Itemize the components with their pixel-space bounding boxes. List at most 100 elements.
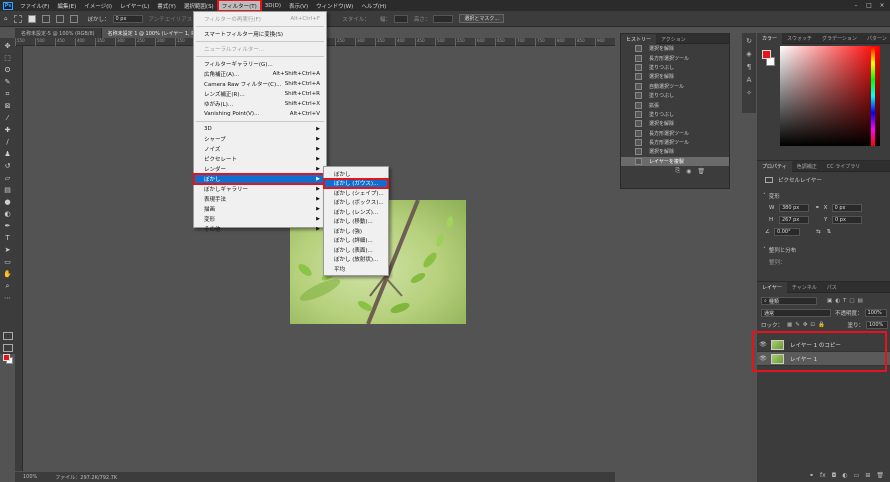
history-row[interactable]: 選択を解除 [621, 147, 729, 156]
transform-section[interactable]: ˅ 変形 [763, 192, 890, 200]
intersect-selection-icon[interactable] [69, 14, 78, 23]
filter-menu-item[interactable]: フィルターギャラリー(G)... [194, 59, 326, 69]
select-and-mask-button[interactable]: 選択とマスク... [459, 14, 505, 23]
history-row[interactable]: レイヤーを複製 [621, 156, 729, 167]
pen-tool-icon[interactable]: ✒ [2, 221, 13, 232]
history-row[interactable]: 選択を解除 [621, 44, 729, 53]
menu-filter[interactable]: フィルター(T) [216, 0, 262, 12]
filter-menu-item[interactable]: 表現手法 ▶ [194, 194, 326, 204]
layer-filter-select[interactable]: ⌕ 種類 [761, 297, 817, 305]
blur-submenu-item[interactable]: 平均 [324, 264, 388, 274]
new-selection-icon[interactable] [27, 14, 36, 23]
filter-menu-item[interactable]: ニューラルフィルター... [194, 44, 326, 54]
tab-patterns[interactable]: パターン [862, 33, 890, 44]
blur-submenu-item[interactable]: ぼかし (レンズ)... [324, 207, 388, 217]
maximize-icon[interactable]: □ [863, 0, 875, 11]
menu-edit[interactable]: 編集(E) [53, 0, 80, 11]
menu-3d[interactable]: 3D(D) [261, 0, 285, 11]
trash-icon[interactable]: 🗑 [876, 472, 884, 479]
new-document-icon[interactable]: ⎘ [675, 167, 680, 175]
blur-tool-icon[interactable]: ● [2, 197, 13, 208]
tab-cc-libraries[interactable]: CC ライブラリ [822, 161, 866, 172]
blur-submenu-item[interactable]: ぼかし (ガウス)... [323, 177, 389, 189]
layer-filter-icons[interactable]: ▣◐T▢▤ [827, 298, 866, 304]
foreground-color-swatch[interactable] [3, 354, 10, 361]
hand-tool-icon[interactable]: ✋ [2, 269, 13, 280]
trash-icon[interactable]: 🗑 [697, 168, 705, 175]
filter-menu-item[interactable]: その他 ▶ [194, 224, 326, 234]
blur-submenu-item[interactable]: ぼかし (強) [324, 226, 388, 236]
history-row[interactable]: 長方形選択ツール [621, 129, 729, 138]
character-dock-icon[interactable]: A [747, 76, 752, 84]
minimize-icon[interactable]: – [850, 0, 862, 11]
feather-input[interactable]: 0 px [112, 14, 143, 23]
width-input[interactable] [393, 14, 408, 23]
eraser-tool-icon[interactable]: ▱ [2, 173, 13, 184]
history-row[interactable]: 選択を解除 [621, 119, 729, 128]
menu-window[interactable]: ウィンドウ(W) [312, 0, 357, 11]
align-section[interactable]: ˅ 整列と分布 [763, 246, 890, 254]
zoom-tool-icon[interactable]: ⌕ [2, 281, 13, 292]
tab-color[interactable]: カラー [757, 33, 783, 44]
healing-brush-tool-icon[interactable]: ✚ [2, 125, 13, 136]
blur-submenu-item[interactable]: ぼかし (シェイプ)... [324, 188, 388, 198]
lock-icons[interactable]: ▦✎✥⊡🔒 [787, 322, 828, 328]
tab-adjustments[interactable]: 色調補正 [792, 161, 822, 172]
more-tools-icon[interactable]: ⋯ [2, 293, 13, 304]
quick-select-tool-icon[interactable]: ✎ [2, 77, 13, 88]
screen-mode-icon[interactable] [3, 344, 13, 352]
blur-submenu-item[interactable]: ぼかし (移動)... [324, 217, 388, 227]
filter-menu-item[interactable]: ぼかしギャラリー ▶ [194, 184, 326, 194]
link-icon[interactable]: ⚭ [815, 205, 820, 211]
photoshop-logo-icon[interactable]: Ps [3, 1, 13, 10]
filter-menu-item[interactable]: 3D ▶ [194, 124, 326, 134]
fx-icon[interactable]: fx [820, 472, 826, 479]
tab-layers[interactable]: レイヤー [757, 282, 787, 293]
eyedropper-tool-icon[interactable]: ⁄ [2, 113, 13, 124]
opacity-input[interactable]: 100% [864, 309, 887, 317]
paragraph-dock-icon[interactable]: ¶ [747, 63, 751, 71]
menu-type[interactable]: 書式(Y) [153, 0, 180, 11]
filter-menu-item[interactable]: Camera Raw フィルター(C)... Shift+Ctrl+A [194, 79, 326, 89]
type-tool-icon[interactable]: T [2, 233, 13, 244]
history-brush-tool-icon[interactable]: ↺ [2, 161, 13, 172]
brush-tool-icon[interactable]: ∕ [2, 137, 13, 148]
hue-slider[interactable] [871, 46, 875, 146]
adjustment-layer-icon[interactable]: ◐ [842, 472, 847, 479]
tab-gradients[interactable]: グラデーション [817, 33, 862, 44]
history-row[interactable]: 選択を解除 [621, 72, 729, 81]
filter-menu-item[interactable]: スマートフィルター用に変換(S) [194, 29, 326, 39]
doc-tab-1[interactable]: 名称未設定-5 @ 100% (RGB/8) [15, 28, 102, 38]
history-row[interactable]: 塗りつぶし [621, 63, 729, 72]
add-mask-icon[interactable]: ◘ [832, 472, 837, 479]
tab-paths[interactable]: パス [822, 282, 842, 293]
gradient-tool-icon[interactable]: ▤ [2, 185, 13, 196]
add-selection-icon[interactable] [41, 14, 50, 23]
filter-menu-item[interactable]: ノイズ ▶ [194, 144, 326, 154]
blur-submenu-item[interactable]: ぼかし (表面)... [324, 245, 388, 255]
tab-channels[interactable]: チャンネル [787, 282, 822, 293]
filter-menu-item[interactable]: 変形 ▶ [194, 214, 326, 224]
stamp-tool-icon[interactable]: ♟ [2, 149, 13, 160]
filter-menu-item[interactable]: 広角補正(A)... Alt+Shift+Ctrl+A [194, 69, 326, 79]
dodge-tool-icon[interactable]: ◐ [2, 209, 13, 220]
filter-menu-item[interactable]: フィルターの再実行(F) Alt+Ctrl+F [194, 14, 326, 24]
menu-select[interactable]: 選択範囲(S) [180, 0, 218, 11]
w-input[interactable]: 380 px [779, 204, 809, 212]
blur-submenu-item[interactable]: ぼかし (放射状)... [324, 255, 388, 265]
marquee-tool-icon[interactable] [13, 14, 22, 23]
menu-image[interactable]: イメージ(I) [80, 0, 116, 11]
marquee-tool-icon[interactable]: ⬚ [2, 53, 13, 64]
h-input[interactable]: 267 px [779, 216, 809, 224]
x-input[interactable]: 0 px [831, 204, 862, 212]
color-panel-foreground-swatch[interactable] [762, 50, 771, 59]
link-layers-icon[interactable]: ⚭ [809, 472, 814, 479]
history-row[interactable]: 塗りつぶし [621, 110, 729, 119]
height-input[interactable] [433, 14, 454, 23]
home-icon[interactable]: ⌂ [4, 14, 8, 23]
filter-menu-item[interactable]: 描画 ▶ [194, 204, 326, 214]
brush-dock-icon[interactable]: ✧ [746, 89, 752, 97]
history-row[interactable]: 塗りつぶし [621, 91, 729, 100]
y-input[interactable]: 0 px [832, 216, 862, 224]
fill-input[interactable]: 100% [866, 321, 888, 329]
